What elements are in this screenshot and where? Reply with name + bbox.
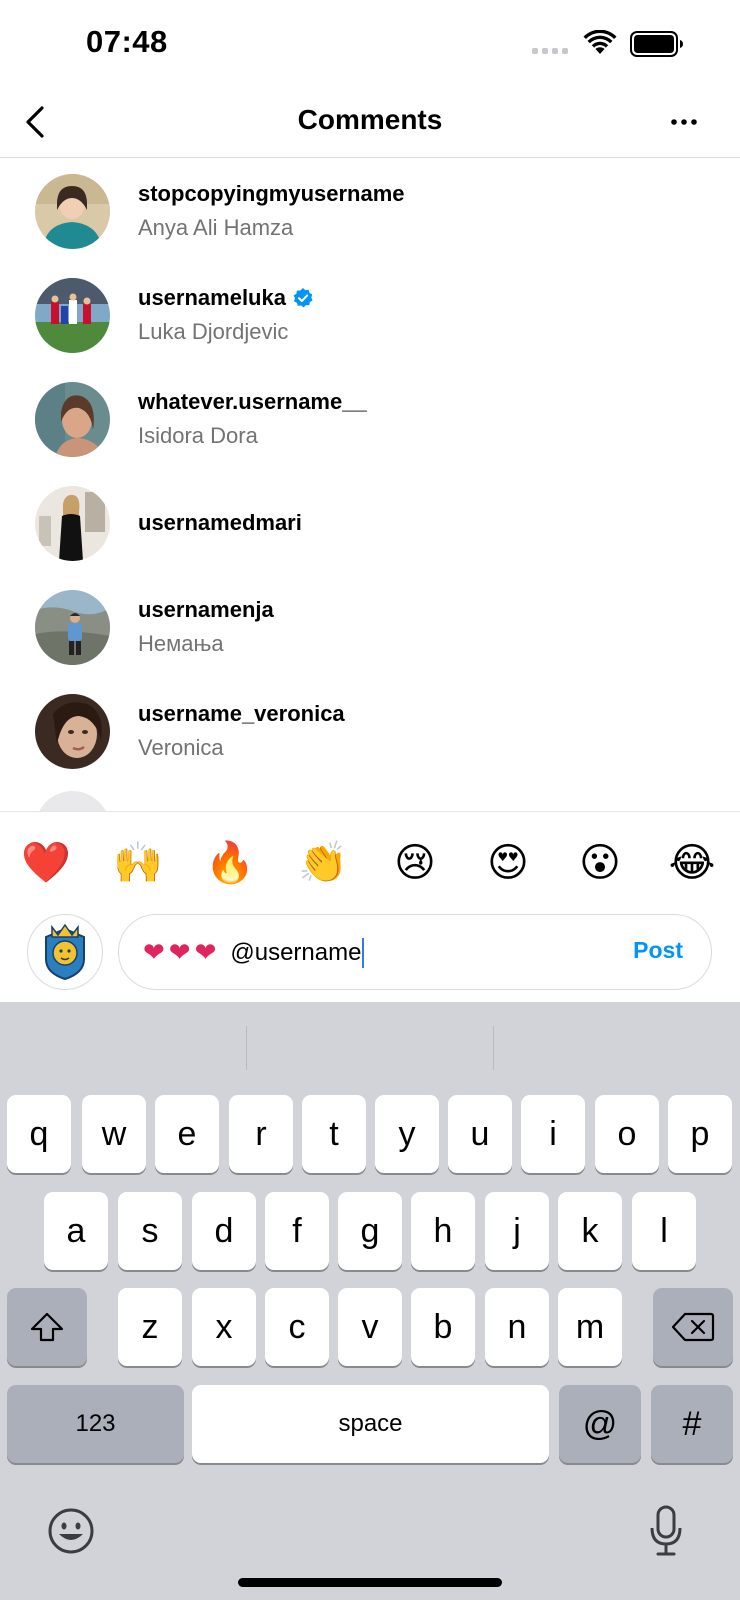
username: usernameluka bbox=[138, 285, 314, 311]
avatar bbox=[35, 791, 110, 811]
avatar bbox=[35, 589, 110, 665]
numbers-key[interactable]: 123 bbox=[7, 1385, 184, 1463]
home-indicator bbox=[238, 1578, 502, 1587]
key-a[interactable]: a bbox=[44, 1192, 108, 1270]
clapping-emoji-button[interactable]: 👏 bbox=[293, 836, 353, 890]
username: usernamedmari bbox=[138, 510, 302, 535]
more-options-icon[interactable] bbox=[664, 108, 708, 136]
post-button[interactable]: Post bbox=[633, 937, 683, 964]
hash-key[interactable]: # bbox=[651, 1385, 733, 1463]
key-v[interactable]: v bbox=[338, 1288, 402, 1366]
full-name: Немања bbox=[138, 631, 224, 656]
key-n[interactable]: n bbox=[485, 1288, 549, 1366]
keyboard: q w e r t y u i o p a s d f g h j k l z … bbox=[0, 1002, 740, 1600]
status-bar: 07:48 bbox=[0, 0, 740, 90]
key-m[interactable]: m bbox=[558, 1288, 622, 1366]
list-item[interactable]: username_veronica Veronica bbox=[0, 679, 740, 783]
key-u[interactable]: u bbox=[448, 1095, 512, 1173]
at-key[interactable]: @ bbox=[559, 1385, 641, 1463]
suggestion-divider bbox=[246, 1026, 247, 1070]
mention-suggestion-list: stopcopyingmyusername Anya Ali Hamza use… bbox=[0, 159, 740, 811]
battery-icon bbox=[630, 31, 683, 57]
username: usernamenja bbox=[138, 597, 274, 622]
heart-emoji-button[interactable]: ❤️ bbox=[16, 836, 76, 890]
key-i[interactable]: i bbox=[521, 1095, 585, 1173]
key-b[interactable]: b bbox=[411, 1288, 475, 1366]
input-hearts: ❤❤❤ bbox=[143, 938, 221, 968]
key-f[interactable]: f bbox=[265, 1192, 329, 1270]
list-item[interactable]: usernamedmari bbox=[0, 471, 740, 575]
text-caret bbox=[362, 938, 365, 968]
avatar bbox=[35, 173, 110, 249]
cellular-signal-icon bbox=[532, 48, 568, 54]
key-k[interactable]: k bbox=[558, 1192, 622, 1270]
laughing-emoji-button[interactable]: 😂 bbox=[662, 836, 722, 890]
full-name: Veronica bbox=[138, 735, 224, 760]
delete-key[interactable] bbox=[653, 1288, 733, 1366]
surprised-emoji-button[interactable]: 😮 bbox=[570, 836, 630, 890]
key-h[interactable]: h bbox=[411, 1192, 475, 1270]
wifi-icon bbox=[583, 30, 617, 54]
list-item[interactable]: stopcopyingmyusername Anya Ali Hamza bbox=[0, 159, 740, 263]
list-item[interactable]: usernamenja Немања bbox=[0, 575, 740, 679]
shift-icon bbox=[30, 1312, 64, 1342]
key-s[interactable]: s bbox=[118, 1192, 182, 1270]
key-q[interactable]: q bbox=[7, 1095, 71, 1173]
key-y[interactable]: y bbox=[375, 1095, 439, 1173]
avatar bbox=[35, 277, 110, 353]
shift-key[interactable] bbox=[7, 1288, 87, 1366]
raising-hands-emoji-button[interactable]: 🙌 bbox=[108, 836, 168, 890]
list-item[interactable]: usernameluka Luka Djordjevic bbox=[0, 263, 740, 367]
key-l[interactable]: l bbox=[632, 1192, 696, 1270]
key-c[interactable]: c bbox=[265, 1288, 329, 1366]
space-key[interactable]: space bbox=[192, 1385, 549, 1463]
key-d[interactable]: d bbox=[192, 1192, 256, 1270]
avatar bbox=[35, 693, 110, 769]
comment-input[interactable]: ❤❤❤ @username Post bbox=[118, 914, 712, 990]
key-e[interactable]: e bbox=[155, 1095, 219, 1173]
comment-composer: ❤❤❤ @username Post bbox=[0, 906, 740, 1002]
avatar bbox=[35, 485, 110, 561]
verified-badge-icon bbox=[293, 288, 313, 308]
avatar bbox=[35, 381, 110, 457]
key-z[interactable]: z bbox=[118, 1288, 182, 1366]
input-text: @username bbox=[230, 939, 362, 966]
full-name: Anya Ali Hamza bbox=[138, 215, 294, 240]
key-p[interactable]: p bbox=[668, 1095, 732, 1173]
navigation-header: Comments bbox=[0, 90, 740, 158]
key-t[interactable]: t bbox=[302, 1095, 366, 1173]
key-w[interactable]: w bbox=[82, 1095, 146, 1173]
full-name: Luka Djordjevic bbox=[138, 319, 289, 344]
list-item[interactable]: whatever.username__ Isidora Dora bbox=[0, 367, 740, 471]
crying-emoji-button[interactable]: 😢 bbox=[385, 836, 445, 890]
key-o[interactable]: o bbox=[595, 1095, 659, 1173]
key-j[interactable]: j bbox=[485, 1192, 549, 1270]
backspace-icon bbox=[671, 1312, 715, 1342]
heart-eyes-emoji-button[interactable]: 😍 bbox=[478, 836, 538, 890]
fire-emoji-button[interactable]: 🔥 bbox=[200, 836, 260, 890]
emoji-quick-bar: ❤️ 🙌 🔥 👏 😢 😍 😮 😂 bbox=[0, 811, 740, 911]
username: stopcopyingmyusername bbox=[138, 181, 405, 206]
my-avatar bbox=[27, 914, 103, 990]
emoji-keyboard-icon[interactable] bbox=[46, 1506, 96, 1556]
key-r[interactable]: r bbox=[229, 1095, 293, 1173]
username: username_veronica bbox=[138, 701, 345, 726]
username: whatever.username__ bbox=[138, 389, 367, 414]
key-x[interactable]: x bbox=[192, 1288, 256, 1366]
suggestion-divider bbox=[493, 1026, 494, 1070]
page-title: Comments bbox=[297, 104, 443, 135]
status-time: 07:48 bbox=[86, 24, 168, 59]
full-name: Isidora Dora bbox=[138, 423, 258, 448]
key-g[interactable]: g bbox=[338, 1192, 402, 1270]
microphone-icon[interactable] bbox=[648, 1504, 684, 1558]
